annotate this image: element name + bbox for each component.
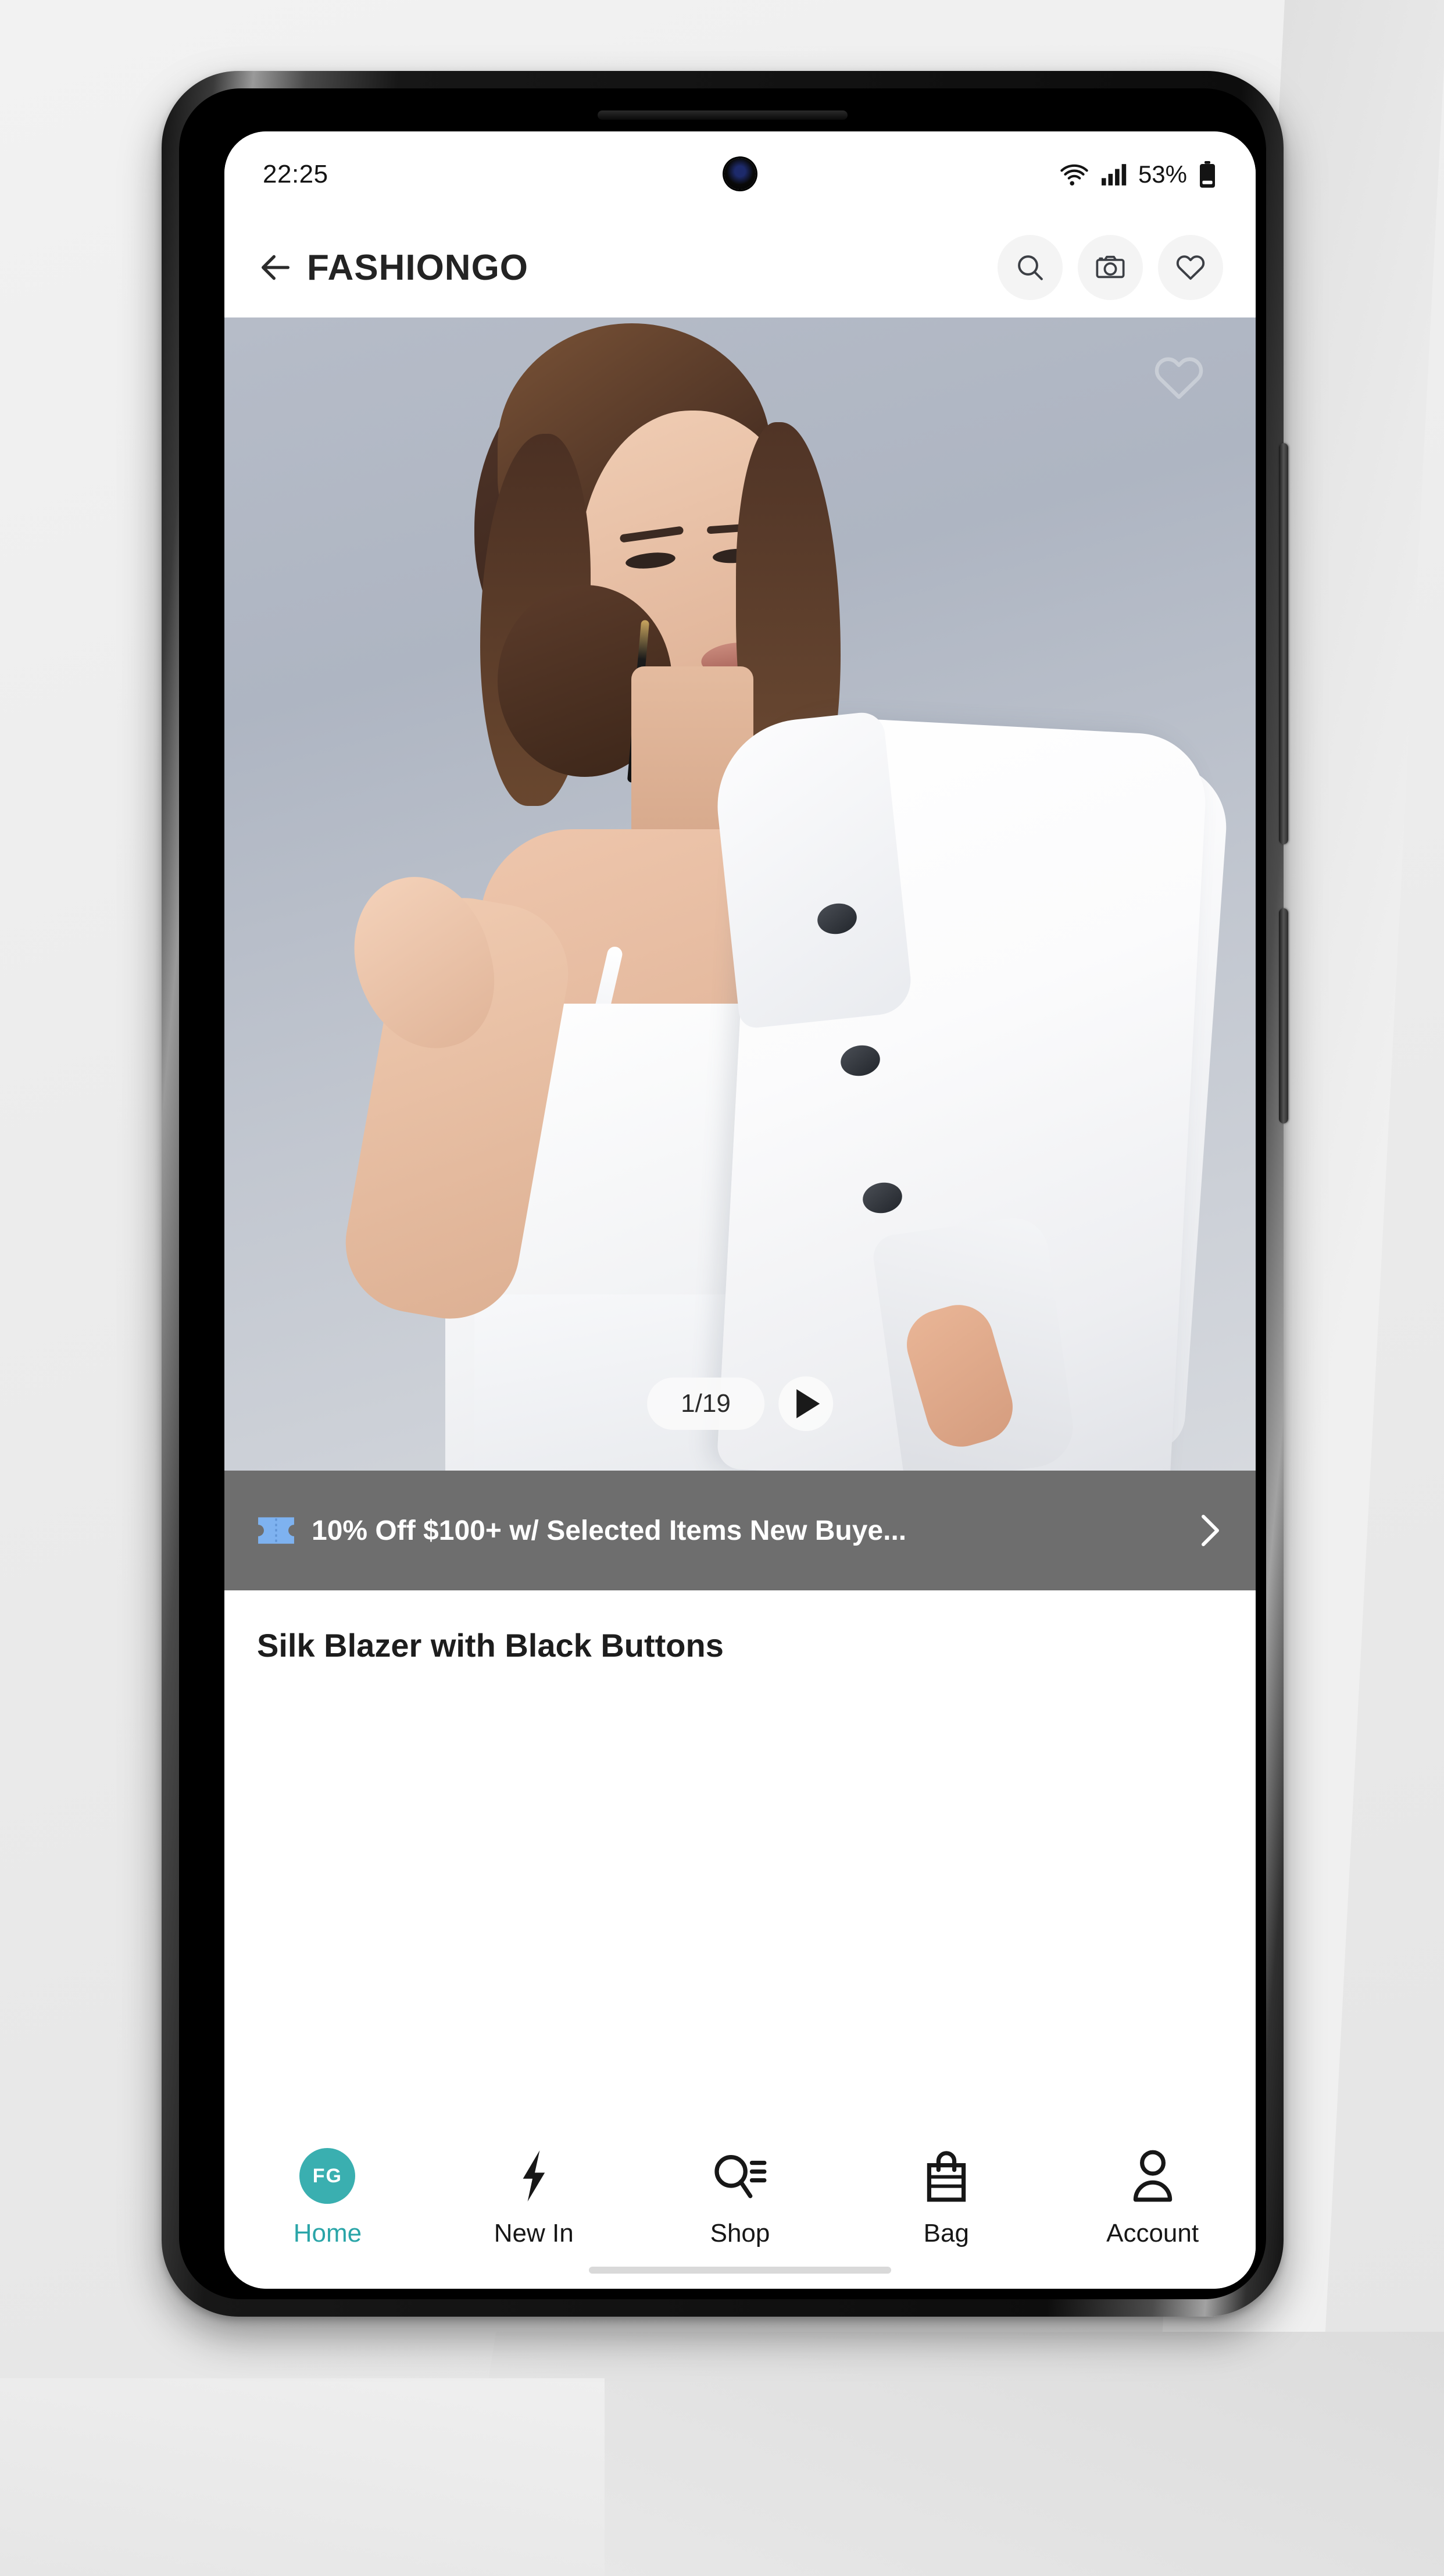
fashiongo-logo-icon: FG [299,2146,356,2206]
back-arrow-icon[interactable] [257,249,294,286]
promo-text: 10% Off $100+ w/ Selected Items New Buye… [312,1515,907,1546]
person-icon-wrap [1130,2146,1176,2206]
chevron-right-icon[interactable] [1198,1513,1223,1548]
brand-title: FASHIONGO [307,247,529,288]
battery-percent-label: 53% [1138,160,1187,188]
nav-item-home[interactable]: FG Home [224,2146,431,2248]
bottom-navigation-bar: FG Home New In Shop Bag Account [224,2133,1256,2289]
nav-item-account[interactable]: Account [1049,2146,1256,2248]
image-counter: 1/19 [647,1378,764,1430]
wifi-icon [1060,164,1088,186]
backdrop-fold [0,2378,605,2576]
camera-icon [1096,255,1125,279]
play-icon [796,1389,820,1418]
nav-label-shop: Shop [710,2219,770,2247]
nav-label-new-in: New In [494,2219,574,2247]
home-indicator [589,2267,891,2274]
blazer-lapel [709,710,914,1030]
nav-item-shop[interactable]: Shop [637,2146,843,2248]
app-header-actions [998,235,1223,300]
status-indicators: 53% [1059,160,1217,188]
product-info-section: Silk Blazer with Black Buttons [224,1590,1256,2133]
wishlist-button[interactable] [1158,235,1223,300]
camera-search-button[interactable] [1078,235,1143,300]
nav-item-bag[interactable]: Bag [843,2146,1049,2248]
nav-label-bag: Bag [923,2219,969,2247]
power-button[interactable] [1279,908,1288,1123]
coupon-ticket-icon [258,1517,294,1544]
app-header: FASHIONGO [224,217,1256,317]
phone-bezel: 22:25 53% FASHIONGO 1/19 10% Off $100+ w… [179,88,1266,2299]
play-video-button[interactable] [778,1376,833,1431]
shopping-bag-icon [927,2151,966,2202]
carousel-controls: 1/19 [647,1376,833,1431]
cellular-signal-icon [1101,164,1127,185]
promo-banner[interactable]: 10% Off $100+ w/ Selected Items New Buye… [224,1471,1256,1590]
status-clock: 22:25 [263,160,328,188]
heart-icon [1176,255,1205,280]
lightning-bolt-icon-wrap [512,2146,556,2206]
heart-outline-icon[interactable] [1151,350,1207,406]
battery-icon [1200,161,1215,188]
phone-device: 22:25 53% FASHIONGO 1/19 10% Off $100+ w… [162,71,1288,2317]
phone-screen: 22:25 53% FASHIONGO 1/19 10% Off $100+ w… [224,131,1256,2289]
nav-item-new-in[interactable]: New In [431,2146,637,2248]
product-image-carousel[interactable]: 1/19 [224,317,1256,1471]
lightning-bolt-icon [523,2150,545,2202]
status-bar: 22:25 53% [224,131,1256,217]
backdrop-fold [457,2332,1444,2576]
volume-button[interactable] [1279,443,1288,844]
shop-search-icon-wrap [711,2146,769,2206]
shop-search-icon [714,2155,767,2199]
search-icon [1018,255,1043,280]
search-button[interactable] [998,235,1063,300]
product-title: Silk Blazer with Black Buttons [257,1627,724,1664]
nav-label-home: Home [293,2219,362,2247]
earpiece-speaker [598,110,848,120]
nav-label-account: Account [1106,2219,1199,2247]
fg-badge: FG [299,2148,356,2204]
person-icon [1133,2150,1172,2202]
front-camera-punch-hole [724,158,756,190]
shopping-bag-icon-wrap [922,2146,971,2206]
